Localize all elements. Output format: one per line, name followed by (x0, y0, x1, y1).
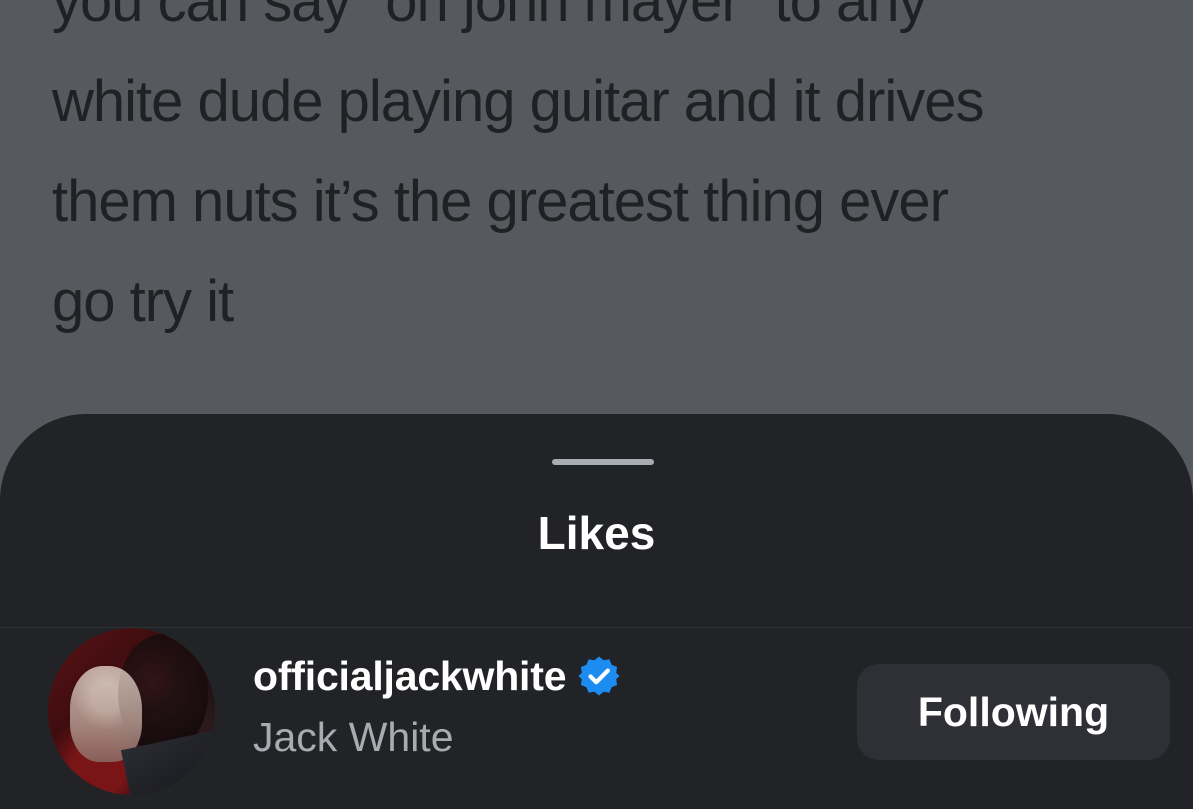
username-line[interactable]: officialjackwhite (253, 648, 620, 704)
likes-bottom-sheet: Likes officialjackwhite Jack White Follo… (0, 414, 1193, 809)
sheet-drag-handle[interactable] (552, 459, 654, 465)
post-text-line: white dude playing guitar and it drives (52, 69, 984, 134)
avatar[interactable] (48, 628, 215, 795)
username[interactable]: officialjackwhite (253, 653, 567, 700)
verified-badge-icon (578, 655, 620, 697)
full-name: Jack White (253, 714, 454, 760)
following-button[interactable]: Following (857, 664, 1170, 760)
likes-screen: you can say "oh john mayer" to any white… (0, 0, 1193, 809)
post-text-line: you can say "oh john mayer" to any (52, 0, 927, 34)
background-post-text: you can say "oh john mayer" to any white… (52, 0, 1172, 352)
sheet-title: Likes (537, 507, 656, 559)
list-item[interactable]: officialjackwhite Jack White Following (0, 628, 1193, 809)
post-text-line: them nuts it’s the greatest thing ever (52, 169, 949, 234)
post-text-line: go try it (52, 269, 234, 334)
